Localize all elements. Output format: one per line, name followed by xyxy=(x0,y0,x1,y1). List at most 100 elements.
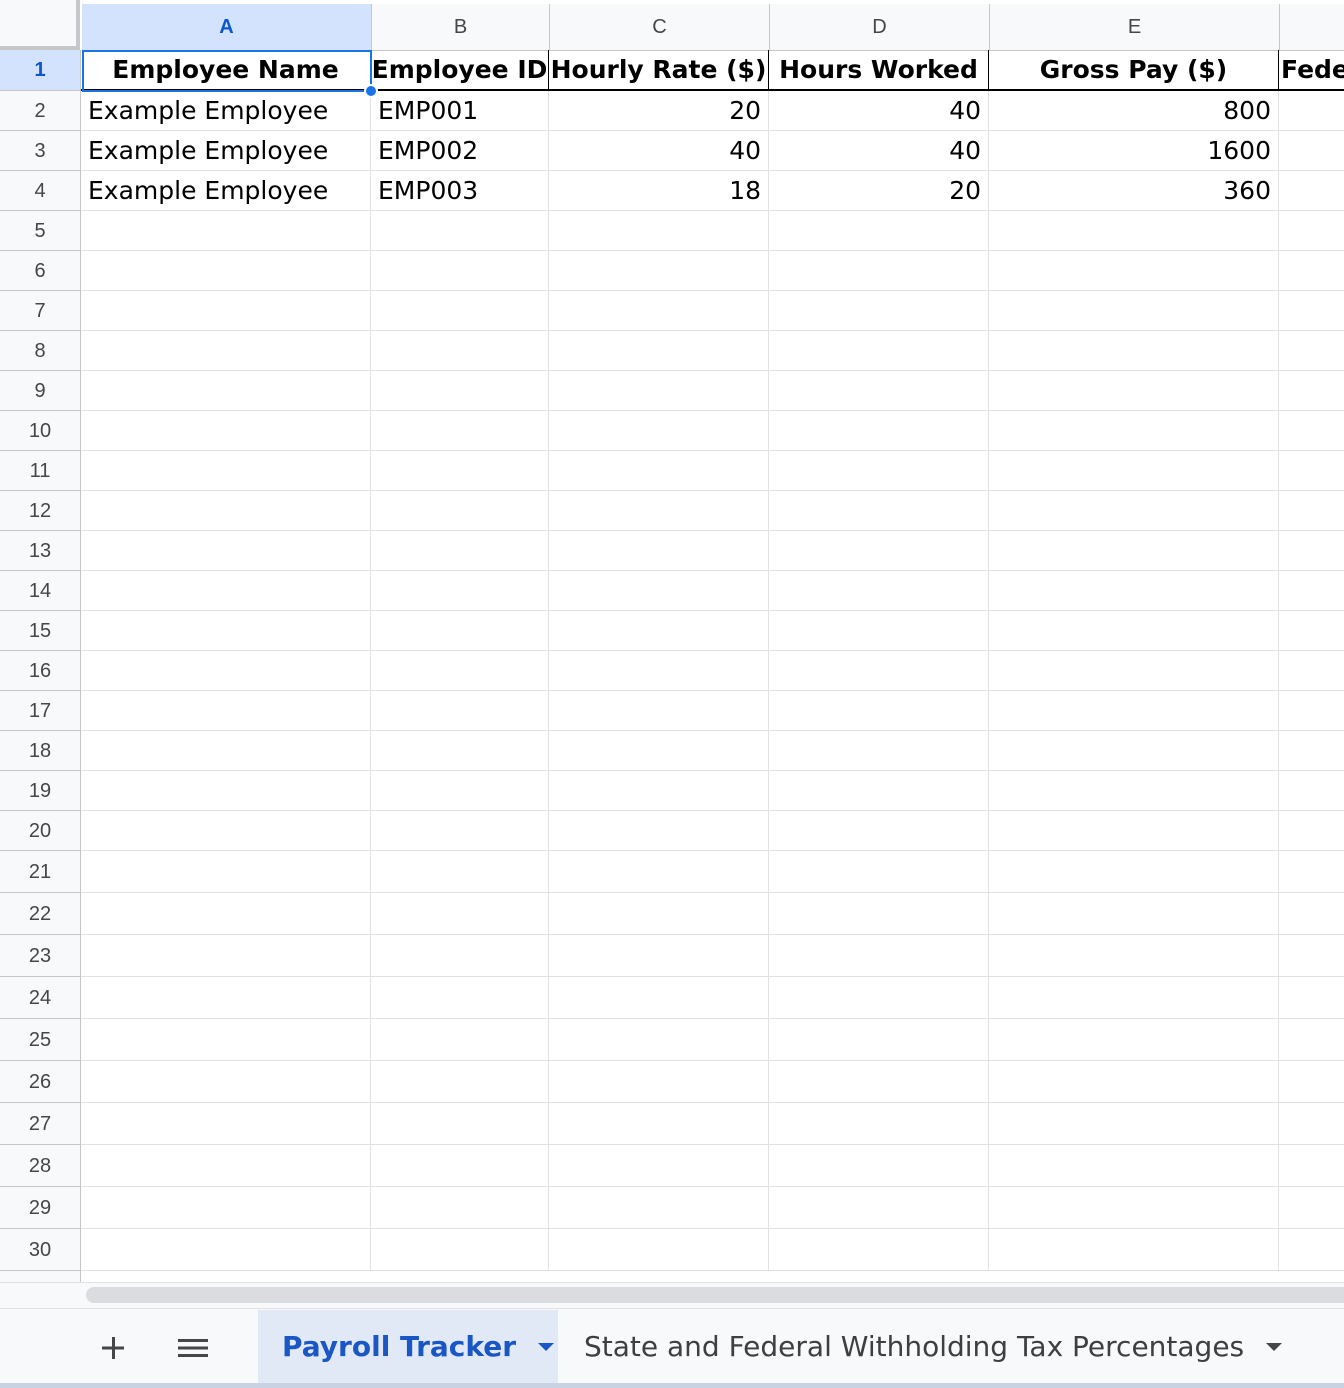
empty-cell[interactable] xyxy=(1279,935,1344,977)
empty-cell[interactable] xyxy=(769,331,989,371)
empty-cell[interactable] xyxy=(81,211,371,251)
table-cell[interactable]: 360 xyxy=(989,171,1279,211)
row-header-26[interactable]: 26 xyxy=(0,1061,80,1103)
row-header-18[interactable]: 18 xyxy=(0,731,80,771)
empty-cell[interactable] xyxy=(1279,171,1344,211)
empty-cell[interactable] xyxy=(81,691,371,731)
empty-cell[interactable] xyxy=(81,935,371,977)
empty-cell[interactable] xyxy=(81,451,371,491)
empty-cell[interactable] xyxy=(371,771,549,811)
empty-cell[interactable] xyxy=(371,371,549,411)
empty-cell[interactable] xyxy=(81,331,371,371)
empty-cell[interactable] xyxy=(989,251,1279,291)
empty-cell[interactable] xyxy=(1279,331,1344,371)
empty-cell[interactable] xyxy=(769,1187,989,1229)
empty-cell[interactable] xyxy=(549,691,769,731)
empty-cell[interactable] xyxy=(371,1187,549,1229)
horizontal-scrollbar-thumb[interactable] xyxy=(86,1287,1344,1303)
fill-handle[interactable] xyxy=(364,84,378,98)
table-cell[interactable]: Example Employee xyxy=(81,91,371,131)
empty-cell[interactable] xyxy=(1279,611,1344,651)
row-header-12[interactable]: 12 xyxy=(0,491,80,531)
empty-cell[interactable] xyxy=(989,1145,1279,1187)
empty-cell[interactable] xyxy=(989,935,1279,977)
empty-cell[interactable] xyxy=(989,1061,1279,1103)
empty-cell[interactable] xyxy=(769,531,989,571)
empty-cell[interactable] xyxy=(769,251,989,291)
hamburger-menu-icon[interactable] xyxy=(168,1320,218,1376)
empty-cell[interactable] xyxy=(769,211,989,251)
empty-cell[interactable] xyxy=(989,1229,1279,1271)
empty-cell[interactable] xyxy=(549,1103,769,1145)
empty-cell[interactable] xyxy=(989,571,1279,611)
empty-cell[interactable] xyxy=(989,893,1279,935)
empty-cell[interactable] xyxy=(1279,251,1344,291)
empty-cell[interactable] xyxy=(549,1187,769,1229)
empty-cell[interactable] xyxy=(1279,531,1344,571)
empty-cell[interactable] xyxy=(549,531,769,571)
row-header-9[interactable]: 9 xyxy=(0,371,80,411)
empty-cell[interactable] xyxy=(81,531,371,571)
empty-cell[interactable] xyxy=(81,1229,371,1271)
empty-cell[interactable] xyxy=(1279,131,1344,171)
empty-cell[interactable] xyxy=(989,1019,1279,1061)
empty-cell[interactable] xyxy=(1279,571,1344,611)
row-header-23[interactable]: 23 xyxy=(0,935,80,977)
empty-cell[interactable] xyxy=(1279,211,1344,251)
empty-cell[interactable] xyxy=(769,411,989,451)
empty-cell[interactable] xyxy=(81,371,371,411)
empty-cell[interactable] xyxy=(81,893,371,935)
empty-cell[interactable] xyxy=(81,851,371,893)
empty-cell[interactable] xyxy=(769,371,989,411)
empty-cell[interactable] xyxy=(549,1145,769,1187)
empty-cell[interactable] xyxy=(1279,1103,1344,1145)
table-cell[interactable]: 40 xyxy=(549,131,769,171)
empty-cell[interactable] xyxy=(81,1103,371,1145)
empty-cell[interactable] xyxy=(549,731,769,771)
empty-cell[interactable] xyxy=(549,935,769,977)
empty-cell[interactable] xyxy=(1279,771,1344,811)
empty-cell[interactable] xyxy=(549,771,769,811)
empty-cell[interactable] xyxy=(371,531,549,571)
row-header-25[interactable]: 25 xyxy=(0,1019,80,1061)
empty-cell[interactable] xyxy=(1279,731,1344,771)
row-header-13[interactable]: 13 xyxy=(0,531,80,571)
empty-cell[interactable] xyxy=(769,1019,989,1061)
empty-cell[interactable] xyxy=(371,411,549,451)
empty-cell[interactable] xyxy=(769,1061,989,1103)
empty-cell[interactable] xyxy=(1279,811,1344,851)
table-header-cell[interactable]: Gross Pay ($) xyxy=(989,50,1279,91)
empty-cell[interactable] xyxy=(371,851,549,893)
empty-cell[interactable] xyxy=(549,1019,769,1061)
empty-cell[interactable] xyxy=(1279,411,1344,451)
row-header-30[interactable]: 30 xyxy=(0,1229,80,1271)
empty-cell[interactable] xyxy=(1279,691,1344,731)
empty-cell[interactable] xyxy=(81,291,371,331)
row-header-5[interactable]: 5 xyxy=(0,211,80,251)
empty-cell[interactable] xyxy=(371,731,549,771)
empty-cell[interactable] xyxy=(549,491,769,531)
row-header-17[interactable]: 17 xyxy=(0,691,80,731)
row-header-6[interactable]: 6 xyxy=(0,251,80,291)
empty-cell[interactable] xyxy=(81,1019,371,1061)
empty-cell[interactable] xyxy=(769,1103,989,1145)
empty-cell[interactable] xyxy=(81,491,371,531)
empty-cell[interactable] xyxy=(1279,1019,1344,1061)
row-header-1[interactable]: 1 xyxy=(0,50,80,91)
empty-cell[interactable] xyxy=(81,251,371,291)
empty-cell[interactable] xyxy=(371,893,549,935)
row-header-11[interactable]: 11 xyxy=(0,451,80,491)
column-header-b[interactable]: B xyxy=(372,4,550,50)
empty-cell[interactable] xyxy=(1279,451,1344,491)
empty-cell[interactable] xyxy=(371,1145,549,1187)
empty-cell[interactable] xyxy=(371,491,549,531)
empty-cell[interactable] xyxy=(989,811,1279,851)
empty-cell[interactable] xyxy=(769,977,989,1019)
empty-cell[interactable] xyxy=(81,571,371,611)
empty-cell[interactable] xyxy=(1279,977,1344,1019)
chevron-down-icon[interactable] xyxy=(1266,1342,1283,1351)
table-cell[interactable]: Example Employee xyxy=(81,171,371,211)
empty-cell[interactable] xyxy=(371,291,549,331)
empty-cell[interactable] xyxy=(989,451,1279,491)
chevron-down-icon[interactable] xyxy=(538,1342,555,1351)
